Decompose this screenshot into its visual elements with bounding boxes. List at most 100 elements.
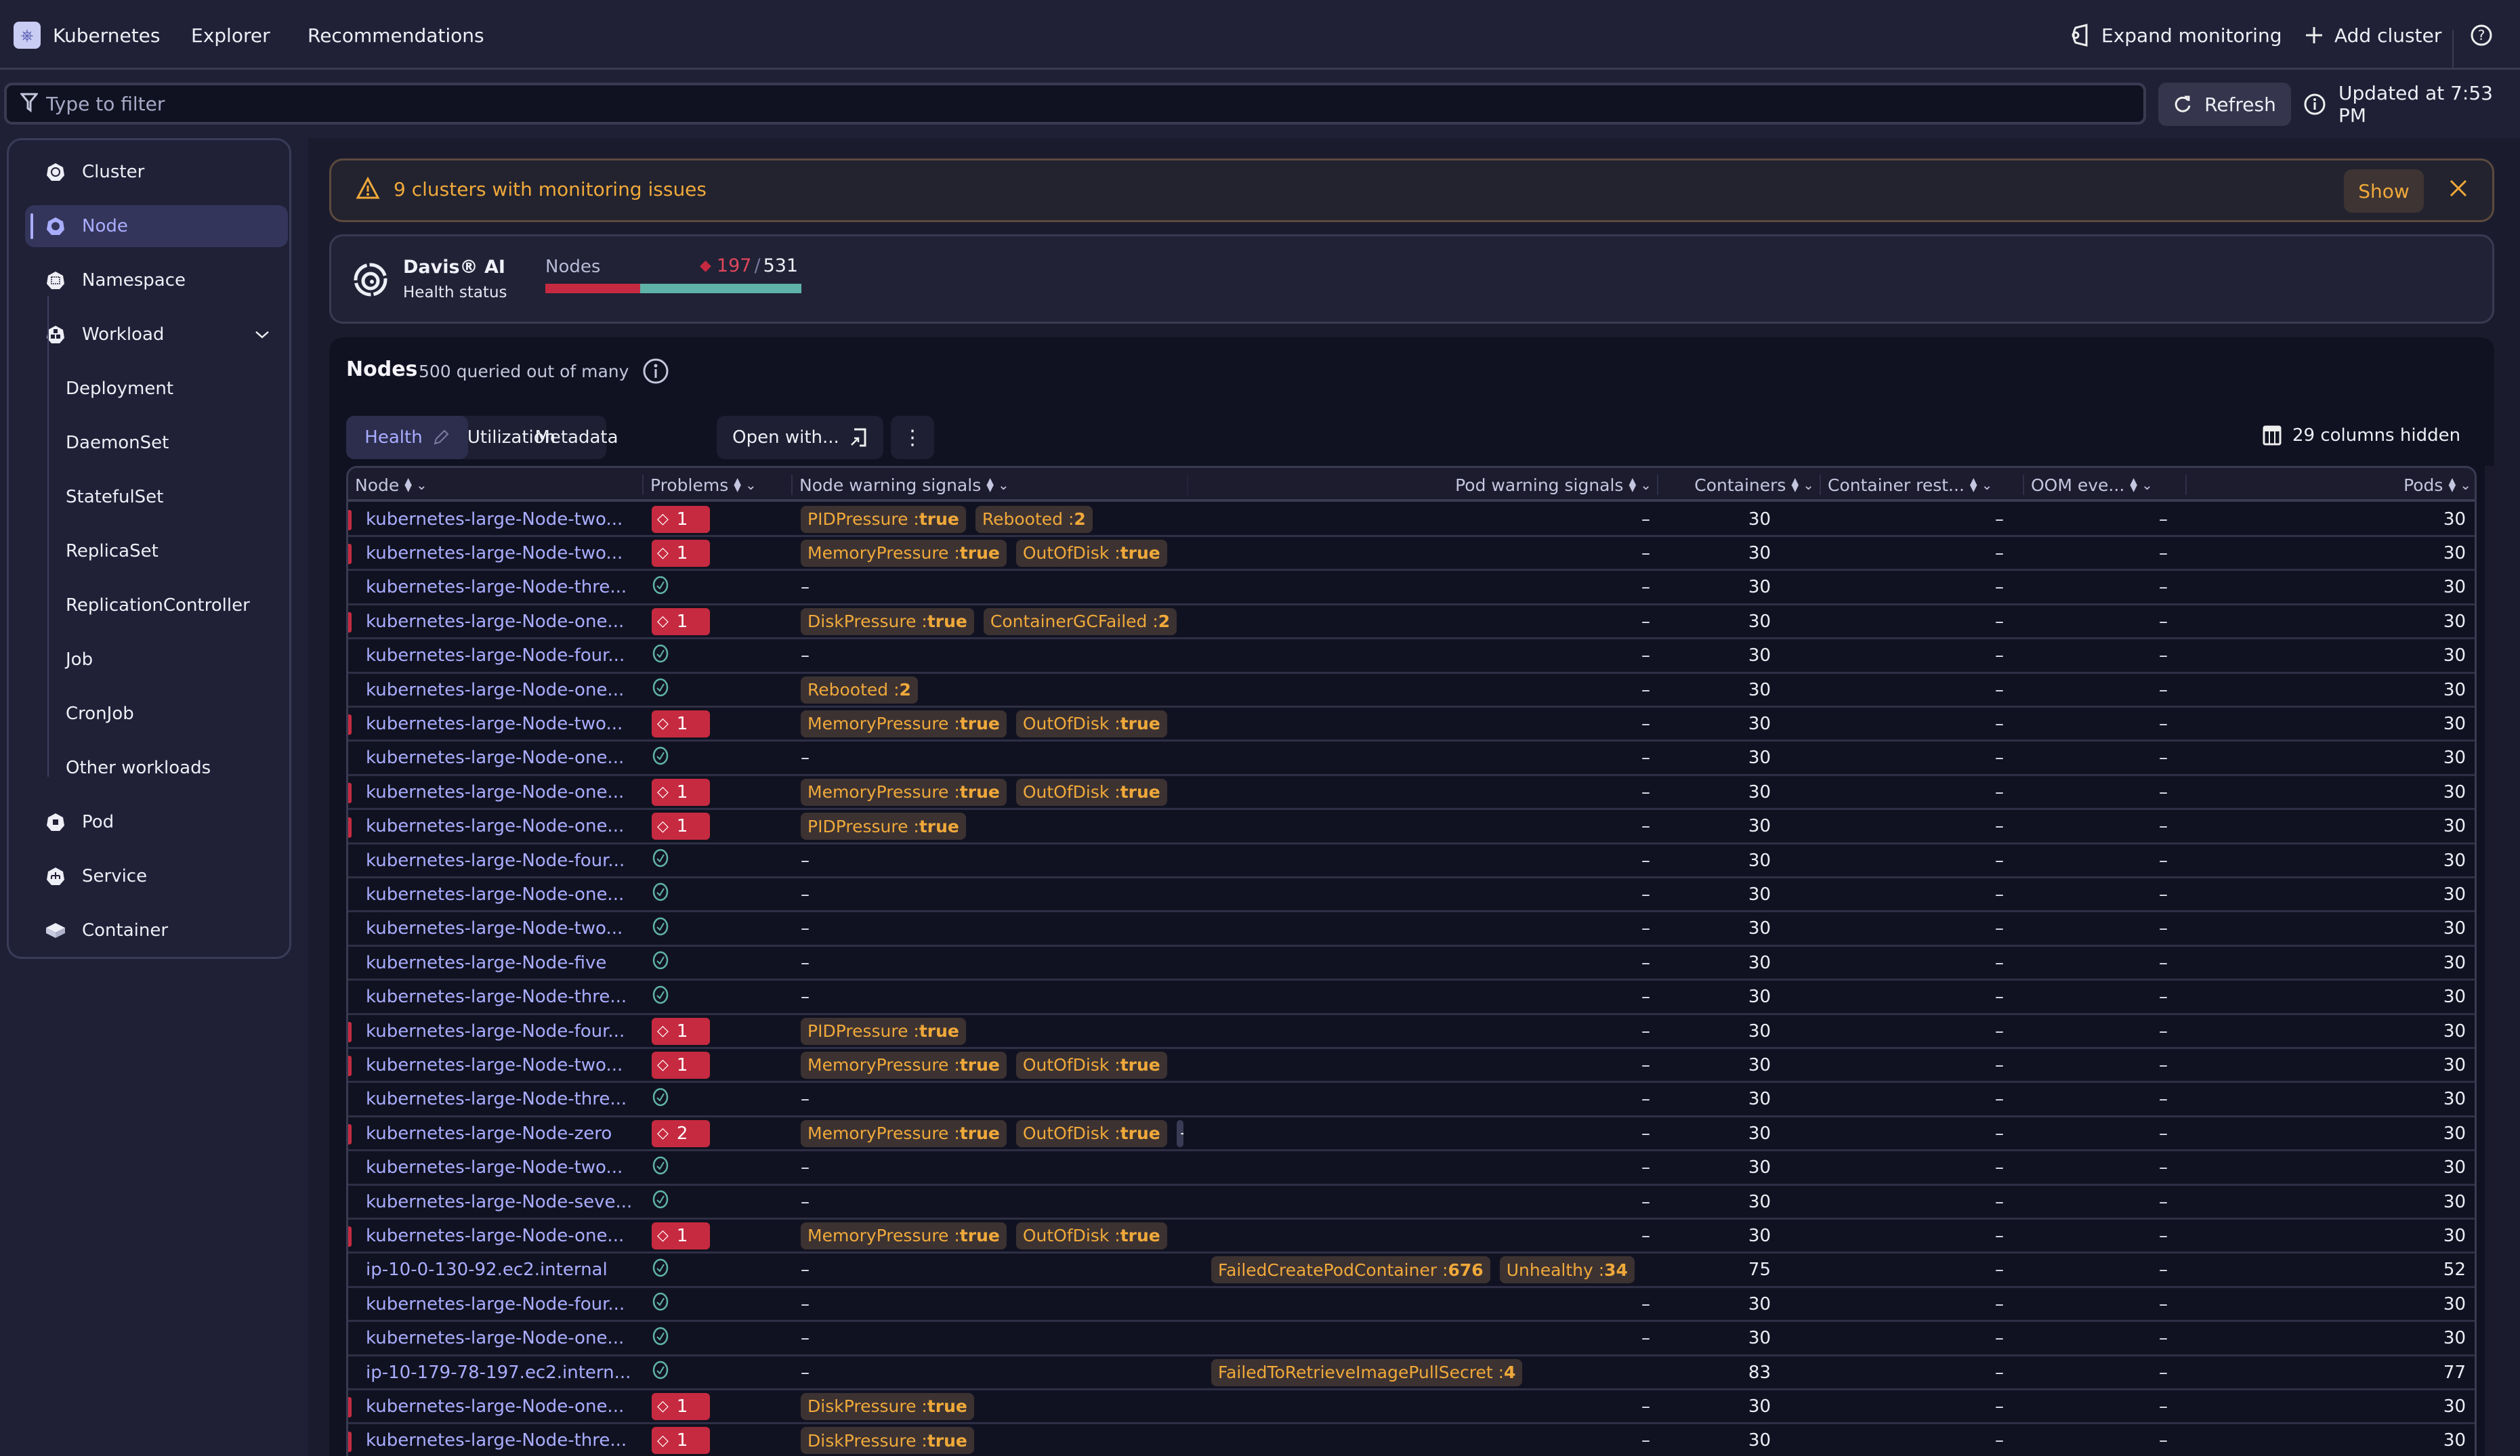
node-link[interactable]: kubernetes-large-Node-zero [366, 1123, 612, 1144]
health-bar[interactable] [545, 284, 801, 293]
node-link[interactable]: kubernetes-large-Node-two... [366, 918, 623, 939]
warning-signal-tag[interactable]: FailedCreatePodContainer : 676 [1211, 1256, 1490, 1284]
node-link[interactable]: kubernetes-large-Node-thre... [366, 1430, 627, 1451]
node-link[interactable]: kubernetes-large-Node-one... [366, 1396, 624, 1417]
warning-signal-tag[interactable]: PIDPressure : true [801, 505, 966, 533]
info-icon[interactable] [642, 358, 669, 387]
node-link[interactable]: kubernetes-large-Node-four... [366, 1021, 625, 1042]
table-row[interactable]: kubernetes-large-Node-four... – – 30 – – 30 [348, 1288, 2475, 1323]
column-menu-chevron-icon[interactable]: ⌄ [416, 477, 427, 493]
node-link[interactable]: kubernetes-large-Node-two... [366, 1157, 623, 1178]
columns-hidden-button[interactable]: 29 columns hidden [2263, 425, 2460, 446]
table-row[interactable]: kubernetes-large-Node-four... – – 30 – – 30 [348, 844, 2475, 878]
column-menu-chevron-icon[interactable]: ⌄ [745, 477, 757, 493]
problem-count-badge[interactable]: ◇ 1 [652, 1392, 710, 1420]
node-link[interactable]: kubernetes-large-Node-one... [366, 612, 624, 632]
nav-explorer[interactable]: Explorer [191, 20, 270, 50]
warning-signal-tag[interactable]: MemoryPressure : true [801, 1051, 1007, 1079]
sidebar-item-cluster[interactable]: Cluster [25, 151, 288, 193]
node-link[interactable]: kubernetes-large-Node-four... [366, 851, 625, 871]
table-row[interactable]: kubernetes-large-Node-four... ◇ 1 PIDPressu… [348, 1015, 2475, 1049]
show-button[interactable]: Show [2344, 169, 2424, 213]
more-signals-tag[interactable]: + [1176, 1119, 1183, 1147]
warning-signal-tag[interactable]: OutOfDisk : true [1015, 539, 1167, 567]
chevron-down-icon[interactable] [254, 324, 270, 345]
warning-signal-tag[interactable]: OutOfDisk : true [1015, 1119, 1167, 1147]
table-row[interactable]: kubernetes-large-Node-two... ◇ 1 MemoryPres… [348, 708, 2475, 742]
problem-count-badge[interactable]: ◇ 1 [652, 1222, 710, 1249]
add-cluster-button[interactable]: Add cluster [2305, 20, 2441, 50]
node-link[interactable]: kubernetes-large-Node-two... [366, 543, 623, 563]
column-menu-chevron-icon[interactable]: ⌄ [998, 477, 1009, 493]
sidebar-item-other-workloads[interactable]: Other workloads [66, 747, 211, 789]
table-row[interactable]: ip-10-179-78-197.ec2.intern... – FailedToR… [348, 1356, 2475, 1390]
warning-signal-tag[interactable]: Rebooted : 2 [801, 676, 918, 704]
column-divider[interactable] [2185, 475, 2187, 495]
column-divider[interactable] [791, 475, 793, 495]
node-link[interactable]: kubernetes-large-Node-seve... [366, 1192, 632, 1212]
problem-count-badge[interactable]: ◇ 1 [652, 607, 710, 635]
sidebar-item-job[interactable]: Job [66, 639, 93, 681]
table-row[interactable]: kubernetes-large-Node-one... ◇ 1 DiskPressu… [348, 1390, 2475, 1425]
node-link[interactable]: kubernetes-large-Node-four... [366, 645, 625, 666]
warning-signal-tag[interactable]: PIDPressure : true [801, 813, 966, 840]
problem-count-badge[interactable]: ◇ 1 [652, 1427, 710, 1455]
app-title[interactable]: Kubernetes [53, 20, 161, 50]
sidebar-item-container[interactable]: Container [25, 909, 288, 951]
sidebar-item-statefulset[interactable]: StatefulSet [66, 476, 163, 518]
problem-count-badge[interactable]: ◇ 1 [652, 1051, 710, 1079]
column-menu-chevron-icon[interactable]: ⌄ [1640, 477, 1652, 493]
filter-bar[interactable] [4, 83, 2146, 125]
sort-icon[interactable]: ▲ ▼ [2130, 477, 2137, 493]
node-link[interactable]: kubernetes-large-Node-five [366, 953, 606, 973]
table-row[interactable]: kubernetes-large-Node-thre... – – 30 – – 30 [348, 572, 2475, 605]
sidebar-item-cronjob[interactable]: CronJob [66, 693, 134, 735]
node-link[interactable]: kubernetes-large-Node-two... [366, 1055, 623, 1075]
warning-signal-tag[interactable]: DiskPressure : true [801, 1427, 974, 1455]
node-link[interactable]: ip-10-0-130-92.ec2.internal [366, 1260, 608, 1280]
column-divider[interactable] [1820, 475, 1821, 495]
table-row[interactable]: kubernetes-large-Node-one... ◇ 1 MemoryPres… [348, 1220, 2475, 1254]
sort-icon[interactable]: ▲ ▼ [1791, 477, 1799, 493]
table-row[interactable]: kubernetes-large-Node-one... – – 30 – – 30 [348, 1323, 2475, 1356]
sort-icon[interactable]: ▲ ▼ [2448, 477, 2456, 493]
filter-input[interactable] [46, 92, 2078, 115]
table-row[interactable]: kubernetes-large-Node-two... – – 30 – – 30 [348, 1152, 2475, 1186]
node-link[interactable]: kubernetes-large-Node-thre... [366, 987, 627, 1007]
node-link[interactable]: kubernetes-large-Node-one... [366, 680, 624, 700]
node-link[interactable]: kubernetes-large-Node-two... [366, 714, 623, 734]
table-row[interactable]: kubernetes-large-Node-one... ◇ 1 DiskPressu… [348, 605, 2475, 640]
column-header-oom-events[interactable]: OOM eve... ▲ ▼ ⌄ [2024, 468, 2187, 502]
column-divider[interactable] [1187, 475, 1188, 495]
warning-signal-tag[interactable]: OutOfDisk : true [1015, 778, 1167, 806]
problem-count-badge[interactable]: ◇ 1 [652, 539, 710, 567]
nav-recommendations[interactable]: Recommendations [308, 20, 484, 50]
node-link[interactable]: kubernetes-large-Node-one... [366, 884, 624, 905]
node-link[interactable]: kubernetes-large-Node-one... [366, 1328, 624, 1348]
node-link[interactable]: kubernetes-large-Node-one... [366, 1226, 624, 1246]
table-row[interactable]: kubernetes-large-Node-one... – – 30 – – 30 [348, 742, 2475, 776]
sidebar-item-replicaset[interactable]: ReplicaSet [66, 530, 159, 572]
column-header-pod-warning-signals[interactable]: Pod warning signals ▲ ▼ ⌄ [1206, 468, 1658, 502]
table-row[interactable]: kubernetes-large-Node-zero ◇ 2 MemoryPressu… [348, 1117, 2475, 1152]
table-row[interactable]: kubernetes-large-Node-one... – – 30 – – 30 [348, 878, 2475, 913]
refresh-button[interactable]: Refresh [2158, 83, 2291, 126]
sort-icon[interactable]: ▲ ▼ [404, 477, 412, 493]
column-menu-chevron-icon[interactable]: ⌄ [1981, 477, 1993, 493]
open-with-button[interactable]: Open with... [717, 416, 883, 459]
close-alert-button[interactable] [2448, 179, 2469, 199]
table-row[interactable]: kubernetes-large-Node-two... – – 30 – – 30 [348, 913, 2475, 947]
column-menu-chevron-icon[interactable]: ⌄ [2141, 477, 2153, 493]
table-row[interactable]: kubernetes-large-Node-thre... – – 30 – – 30 [348, 1084, 2475, 1117]
expand-monitoring-button[interactable]: Expand monitoring [2070, 20, 2282, 50]
warning-signal-tag[interactable]: OutOfDisk : true [1015, 710, 1167, 737]
sort-icon[interactable]: ▲ ▼ [1629, 477, 1636, 493]
problem-count-badge[interactable]: ◇ 1 [652, 710, 710, 737]
table-row[interactable]: kubernetes-large-Node-one... ◇ 1 MemoryPres… [348, 776, 2475, 811]
column-menu-chevron-icon[interactable]: ⌄ [1803, 477, 1814, 493]
warning-signal-tag[interactable]: DiskPressure : true [801, 607, 974, 635]
column-header-containers[interactable]: Containers ▲ ▼ ⌄ [1658, 468, 1821, 502]
warning-signal-tag[interactable]: OutOfDisk : true [1015, 1222, 1167, 1249]
column-header-node-warning-signals[interactable]: Node warning signals ▲ ▼ ⌄ [793, 468, 1206, 502]
sort-icon[interactable]: ▲ ▼ [1970, 477, 1977, 493]
